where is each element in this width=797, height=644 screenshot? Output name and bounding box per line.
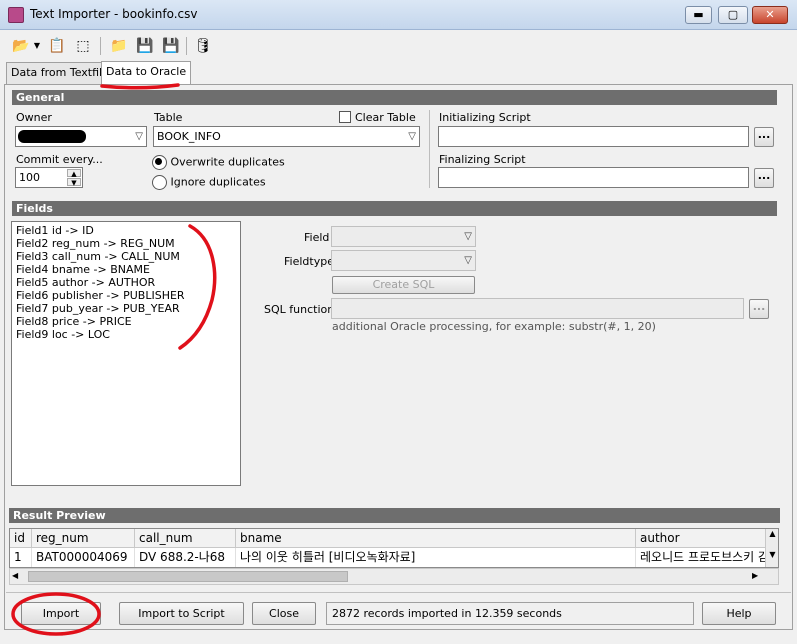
minimize-button[interactable]: ▬ (685, 6, 712, 24)
tab-data-from-textfile[interactable]: Data from Textfile (6, 62, 114, 84)
final-script-label: Finalizing Script (439, 153, 526, 166)
chevron-down-icon: ▽ (464, 231, 472, 242)
fieldtype-label: Fieldtype (284, 255, 334, 268)
clear-table-checkbox[interactable] (339, 111, 351, 123)
scroll-up-icon[interactable]: ▲ (766, 529, 778, 538)
list-item[interactable]: Field9 loc -> LOC (16, 328, 236, 341)
radio-checked-icon[interactable] (152, 155, 167, 170)
sql-function-input (331, 298, 744, 319)
title-bar: Text Importer - bookinfo.csv ▬ ▢ ✕ (0, 0, 797, 30)
chevron-down-icon[interactable]: ▼ (31, 35, 43, 57)
save-icon[interactable]: 💾 (160, 35, 182, 57)
commit-value: 100 (19, 171, 40, 184)
final-script-browse-button[interactable]: ... (754, 168, 774, 188)
init-script-input[interactable] (438, 126, 749, 147)
toolbar: 📂 ▼ 📋 ⬚ 📁 💾 💾 🛢 (0, 31, 797, 61)
fields-header: Fields (12, 201, 777, 216)
vertical-scrollbar[interactable]: ▲ ▼ (765, 529, 778, 567)
init-script-browse-button[interactable]: ... (754, 127, 774, 147)
create-sql-button: Create SQL (332, 276, 475, 294)
scroll-right-icon[interactable]: ▶ (752, 571, 758, 580)
column-header[interactable]: reg_num (32, 529, 135, 548)
save-disabled-icon: 💾 (136, 38, 154, 54)
result-preview-header: Result Preview (9, 508, 780, 523)
sql-function-browse-button: ... (749, 299, 769, 319)
table-select[interactable]: BOOK_INFO ▽ (153, 126, 420, 147)
overwrite-duplicates-label: Overwrite duplicates (170, 155, 285, 169)
column-header[interactable]: bname (236, 529, 636, 548)
scroll-left-icon[interactable]: ◀ (12, 571, 18, 580)
import-button[interactable]: Import (21, 602, 101, 625)
scroll-thumb[interactable] (28, 571, 348, 582)
selection-icon[interactable]: ⬚ (72, 35, 94, 57)
tab-data-to-oracle[interactable]: Data to Oracle (101, 61, 192, 85)
final-script-input[interactable] (438, 167, 749, 188)
list-item[interactable]: Field8 price -> PRICE (16, 315, 236, 328)
ignore-duplicates-label: Ignore duplicates (170, 175, 266, 189)
list-item[interactable]: Field2 reg_num -> REG_NUM (16, 237, 236, 250)
column-header[interactable]: id (10, 529, 32, 548)
commit-label: Commit every... (16, 153, 103, 166)
help-button[interactable]: Help (702, 602, 776, 625)
list-item[interactable]: Field1 id -> ID (16, 224, 236, 237)
radio-unchecked-icon[interactable] (152, 175, 167, 190)
spin-up-icon[interactable]: ▲ (67, 169, 81, 178)
ignore-duplicates-option[interactable]: Ignore duplicates (152, 175, 266, 190)
chevron-down-icon[interactable]: ▽ (408, 127, 416, 146)
table-cell: 레오니드 프로도브스키 감 (636, 548, 766, 567)
list-item[interactable]: Field7 pub_year -> PUB_YEAR (16, 302, 236, 315)
close-window-button[interactable]: ✕ (752, 6, 788, 24)
redacted-owner (18, 130, 86, 143)
table-value: BOOK_INFO (157, 130, 221, 143)
clear-table-label: Clear Table (355, 111, 416, 124)
owner-select[interactable]: ▽ (15, 126, 147, 147)
scroll-down-icon[interactable]: ▼ (766, 550, 778, 559)
horizontal-scrollbar[interactable]: ◀ ▶ (9, 568, 779, 585)
vertical-divider (429, 110, 430, 188)
table-label: Table (154, 111, 183, 124)
bottom-divider (6, 592, 791, 593)
database-icon[interactable]: 🛢 (192, 35, 214, 57)
table-cell: DV 688.2-나68 (135, 548, 236, 567)
status-text: 2872 records imported in 12.359 seconds (326, 602, 694, 625)
commit-spin-field[interactable]: 100 ▲ ▼ (15, 167, 83, 188)
chevron-down-icon[interactable]: ▽ (135, 127, 143, 146)
close-button[interactable]: Close (252, 602, 316, 625)
general-header: General (12, 90, 777, 105)
window-title: Text Importer - bookinfo.csv (30, 7, 198, 21)
open-folder-icon[interactable]: 📁 (108, 35, 130, 57)
table-cell: 1 (10, 548, 32, 567)
list-item[interactable]: Field6 publisher -> PUBLISHER (16, 289, 236, 302)
owner-label: Owner (16, 111, 52, 124)
toolbar-separator (186, 37, 187, 55)
load-template-icon[interactable]: 📂 (10, 35, 32, 57)
list-item[interactable]: Field3 call_num -> CALL_NUM (16, 250, 236, 263)
sql-hint-text: additional Oracle processing, for exampl… (332, 320, 656, 333)
fields-list[interactable]: Field1 id -> ID Field2 reg_num -> REG_NU… (11, 221, 241, 486)
spin-down-icon[interactable]: ▼ (67, 178, 81, 187)
column-header[interactable]: author (636, 529, 766, 548)
app-icon (8, 7, 24, 23)
preview-table[interactable]: id reg_num call_num bname author 1 BAT00… (9, 528, 779, 568)
import-to-script-button[interactable]: Import to Script (119, 602, 244, 625)
toolbar-separator (100, 37, 101, 55)
maximize-button[interactable]: ▢ (718, 6, 748, 24)
overwrite-duplicates-option[interactable]: Overwrite duplicates (152, 155, 285, 170)
field-select: ▽ (331, 226, 476, 247)
list-item[interactable]: Field5 author -> AUTHOR (16, 276, 236, 289)
table-cell: BAT000004069 (32, 548, 135, 567)
column-header[interactable]: call_num (135, 529, 236, 548)
sql-function-label: SQL function (264, 303, 335, 316)
clipboard-icon[interactable]: 📋 (46, 35, 68, 57)
field-label: Field (304, 231, 330, 244)
list-item[interactable]: Field4 bname -> BNAME (16, 263, 236, 276)
table-cell: 나의 이웃 히틀러 [비디오녹화자료] (236, 548, 636, 567)
fieldtype-select: ▽ (331, 250, 476, 271)
chevron-down-icon: ▽ (464, 255, 472, 266)
init-script-label: Initializing Script (439, 111, 531, 124)
